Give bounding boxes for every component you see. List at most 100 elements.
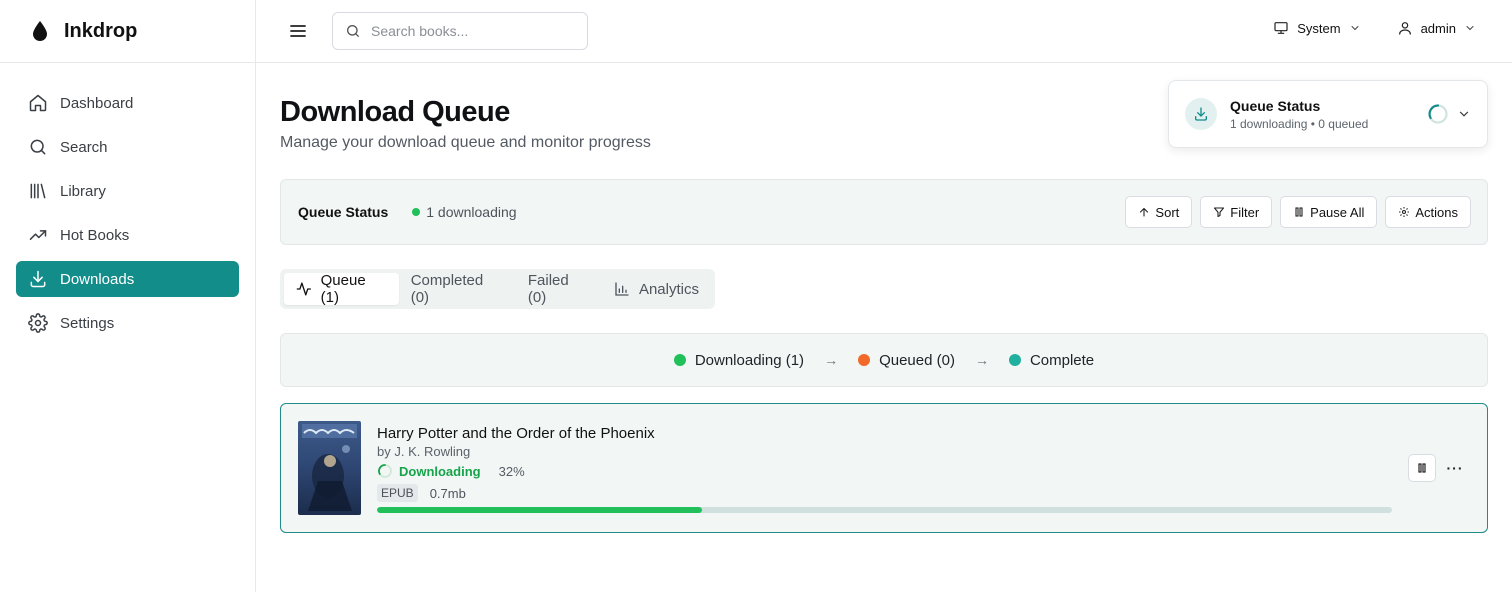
status-badge: 1 downloading	[412, 204, 517, 220]
tab-analytics[interactable]: Analytics	[602, 273, 711, 305]
status-actions: Sort Filter Pause All Actions	[1125, 196, 1471, 228]
sidebar-item-library[interactable]: Library	[16, 173, 239, 209]
filter-button[interactable]: Filter	[1200, 196, 1273, 228]
download-item[interactable]: Harry Potter and the Order of the Phoeni…	[280, 403, 1488, 533]
progress-percent: 32%	[498, 463, 525, 479]
arrow-up-icon	[1140, 207, 1149, 217]
pause-icon	[1295, 207, 1303, 217]
search-box[interactable]	[332, 12, 588, 50]
book-title: Harry Potter and the Order of the Phoeni…	[377, 425, 655, 442]
status-badge-text: 1 downloading	[426, 204, 517, 220]
gear-icon	[1399, 207, 1410, 217]
page-title: Download Queue	[280, 96, 510, 128]
tab-label: Queue (1)	[320, 272, 366, 306]
pipeline-step-label: Complete	[1029, 351, 1095, 369]
pipeline-step-label: Queued (0)	[879, 351, 955, 369]
sidebar-item-dashboard[interactable]: Dashboard	[16, 85, 239, 121]
sort-label: Sort	[1155, 204, 1180, 220]
user-menu[interactable]: admin	[1397, 20, 1476, 36]
loading-spinner-icon	[378, 464, 392, 478]
download-icon	[30, 270, 46, 288]
search-icon	[347, 25, 359, 37]
book-author: by J. K. Rowling	[377, 444, 471, 459]
download-status: Downloading 32%	[377, 463, 525, 479]
trending-icon	[29, 230, 47, 240]
pipeline-step-complete: Complete	[1008, 351, 1095, 369]
queue-tabs: Queue (1) Completed (0) Failed (0) Analy…	[280, 269, 715, 309]
chevron-down-icon	[1351, 26, 1359, 31]
file-size: 0.7mb	[429, 485, 466, 501]
sidebar-item-settings[interactable]: Settings	[16, 305, 239, 341]
queue-card-title: Queue Status	[1230, 97, 1321, 114]
pause-all-button[interactable]: Pause All	[1280, 196, 1378, 228]
pause-all-label: Pause All	[1310, 204, 1365, 220]
pipeline-step-queued: Queued (0)	[858, 352, 955, 369]
sidebar-item-search[interactable]: Search	[16, 129, 239, 165]
pause-button[interactable]	[1408, 454, 1436, 482]
page-subtitle: Manage your download queue and monitor p…	[280, 134, 651, 151]
sidebar-item-label: Dashboard	[60, 94, 134, 112]
actions-button[interactable]: Actions	[1385, 196, 1471, 228]
status-bar-label: Queue Status	[298, 204, 389, 220]
library-icon	[30, 183, 46, 199]
tab-label: Completed (0)	[410, 272, 484, 306]
sidebar-item-label: Downloads	[60, 270, 135, 288]
queue-status-bar: Queue Status 1 downloading Sort Filter P…	[280, 179, 1488, 245]
theme-label: System	[1297, 20, 1341, 36]
tab-queue[interactable]: Queue (1)	[284, 272, 399, 306]
app-name: Inkdrop	[64, 19, 138, 42]
status-pipeline: Downloading (1) → Queued (0) → Complete	[280, 333, 1488, 387]
gear-icon	[28, 313, 48, 333]
tab-label: Analytics	[638, 280, 699, 298]
sort-button[interactable]: Sort	[1125, 196, 1193, 228]
sidebar-item-label: Hot Books	[60, 226, 130, 244]
filter-icon	[1214, 207, 1225, 218]
user-icon	[1398, 22, 1411, 35]
filter-label: Filter	[1230, 204, 1260, 220]
hamburger-menu-button[interactable]	[288, 21, 308, 41]
brand[interactable]: Inkdrop	[0, 0, 255, 63]
pause-icon	[1418, 463, 1426, 473]
sidebar-item-downloads[interactable]: Downloads	[16, 261, 239, 297]
top-right-controls: System admin	[1273, 20, 1476, 36]
format-badge: EPUB	[377, 484, 418, 502]
tab-label: Failed (0)	[527, 272, 569, 306]
search-input[interactable]	[371, 23, 571, 39]
chevron-down-icon[interactable]	[1457, 107, 1471, 121]
actions-label: Actions	[1415, 204, 1458, 220]
sidebar-item-hot-books[interactable]: Hot Books	[16, 217, 239, 253]
status-dot	[1008, 354, 1021, 366]
queue-card-meta: 1 downloading • 0 queued	[1230, 116, 1369, 131]
activity-icon	[296, 282, 311, 296]
bar-chart-icon	[615, 282, 629, 296]
chevron-down-icon	[1466, 26, 1474, 31]
topbar: System admin	[256, 0, 1512, 63]
more-options-button[interactable]: ···	[1441, 454, 1469, 482]
download-icon	[1195, 107, 1207, 121]
user-label: admin	[1420, 20, 1456, 36]
queue-status-card[interactable]: Queue Status 1 downloading • 0 queued	[1168, 80, 1488, 148]
tab-failed[interactable]: Failed (0)	[516, 272, 602, 306]
menu-icon	[290, 25, 306, 37]
monitor-icon	[1274, 22, 1288, 34]
theme-selector[interactable]: System	[1273, 20, 1360, 36]
progress-bar	[377, 507, 1392, 513]
pipeline-step-label: Downloading (1)	[694, 351, 805, 369]
status-dot	[412, 208, 421, 216]
tab-completed[interactable]: Completed (0)	[399, 272, 516, 306]
sidebar-nav: Dashboard Search Library Hot Books Downl…	[0, 63, 255, 341]
search-icon	[30, 139, 46, 155]
book-meta: EPUB 0.7mb	[377, 484, 466, 502]
droplet-logo-icon	[33, 21, 47, 41]
arrow-right-icon: →	[824, 352, 839, 368]
arrow-right-icon: →	[974, 352, 989, 368]
sidebar-item-label: Settings	[60, 314, 115, 332]
pipeline-step-downloading: Downloading (1)	[673, 351, 805, 369]
status-dot	[858, 354, 871, 366]
queue-status-icon-wrap	[1185, 98, 1217, 130]
progress-fill	[377, 507, 702, 513]
book-cover-image	[298, 421, 361, 515]
loading-spinner-icon	[1428, 104, 1448, 124]
sidebar-item-label: Search	[60, 138, 108, 156]
status-label: Downloading	[399, 463, 481, 479]
